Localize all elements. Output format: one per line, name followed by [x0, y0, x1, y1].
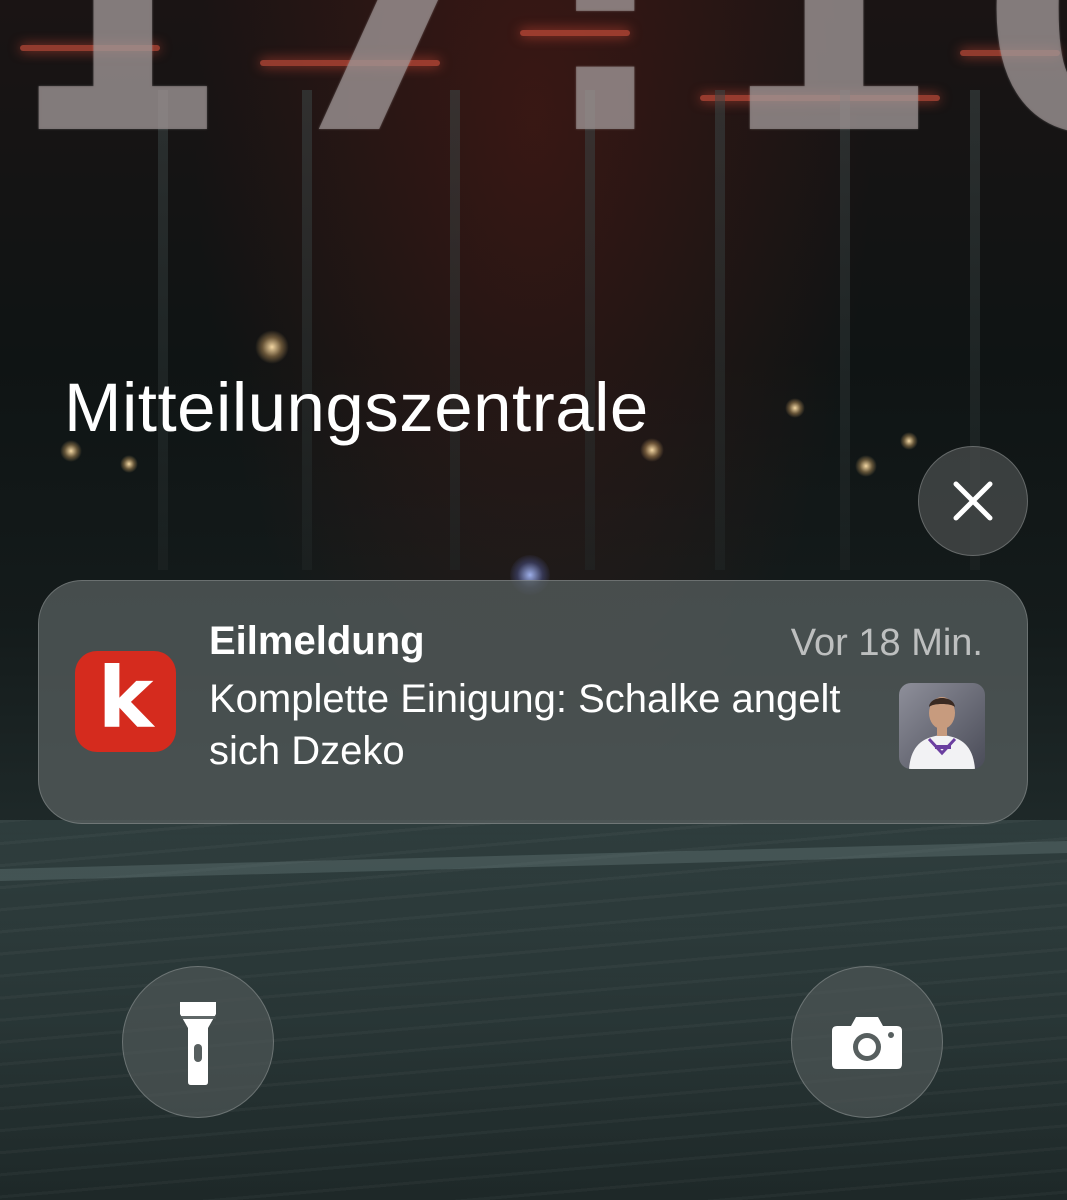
wallpaper-light [255, 330, 289, 364]
notification-title: Eilmeldung [209, 619, 425, 663]
lock-screen: 17:10 Mitteilungszentrale k Eilmeldung V… [0, 0, 1067, 1200]
player-photo-image [899, 683, 985, 769]
flashlight-button[interactable] [122, 966, 274, 1118]
notification-card[interactable]: k Eilmeldung Vor 18 Min. Komplette Einig… [38, 580, 1028, 824]
wallpaper-light [120, 455, 138, 473]
camera-button[interactable] [791, 966, 943, 1118]
app-icon-letter: k [97, 648, 154, 747]
notification-body: Komplette Einigung: Schalke angelt sich … [209, 677, 841, 773]
clear-notifications-button[interactable] [918, 446, 1028, 556]
lock-screen-clock: 17:10 [0, 0, 1067, 207]
close-icon [953, 481, 993, 521]
wallpaper-light [785, 398, 805, 418]
camera-icon [832, 1017, 902, 1069]
notification-thumbnail [899, 683, 985, 769]
wallpaper-light [855, 455, 877, 477]
notification-center-title: Mitteilungszentrale [64, 369, 649, 446]
notification-timestamp: Vor 18 Min. [790, 622, 983, 664]
kicker-app-icon: k [75, 651, 176, 752]
wallpaper-light [900, 432, 918, 450]
flashlight-icon [180, 1002, 216, 1085]
